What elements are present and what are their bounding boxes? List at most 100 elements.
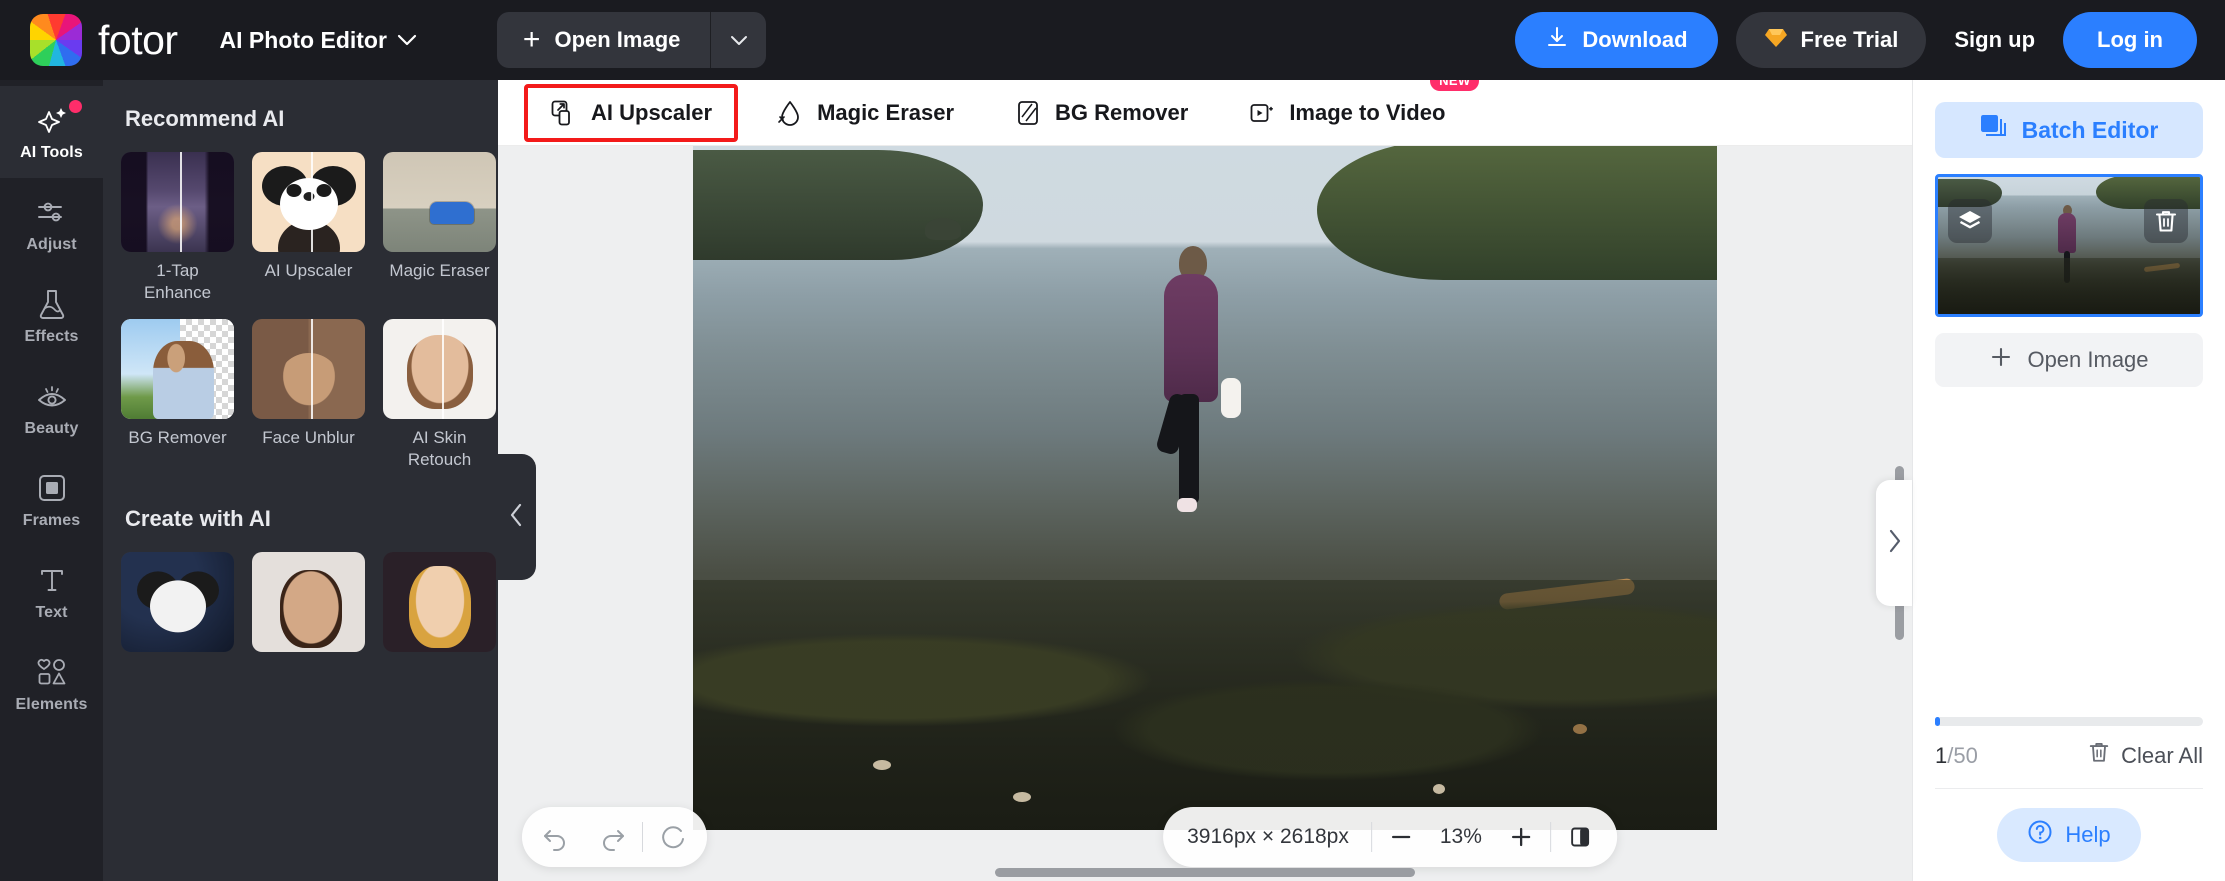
reset-icon <box>662 826 684 849</box>
log-in-button[interactable]: Log in <box>2063 12 2197 68</box>
sidebar-item-label: Adjust <box>26 235 77 253</box>
divider <box>1370 822 1372 852</box>
upscale-icon <box>550 99 578 127</box>
zoom-toolbar: 3916px × 2618px 13% <box>1163 807 1617 867</box>
canvas-decor <box>1221 378 1241 418</box>
batch-progress-bar[interactable] <box>1935 717 2203 726</box>
open-image-button[interactable]: + Open Image <box>497 12 710 68</box>
create-tile-man-portrait[interactable] <box>252 551 365 652</box>
ai-tools-panel: Recommend AI 1-Tap Enhance AI Upscaler M… <box>103 80 498 881</box>
notification-dot-icon <box>69 100 82 113</box>
zoom-out-button[interactable] <box>1378 814 1424 860</box>
tool-tabs-bar: AI Upscaler Magic Eraser BG Remover NEW <box>498 69 1912 146</box>
collapse-left-panel-button[interactable] <box>498 454 536 580</box>
tool-tile-thumbnail <box>121 152 234 252</box>
sidebar-item-label: Text <box>35 603 68 621</box>
tool-tile-face-unblur[interactable]: Face Unblur <box>252 318 365 472</box>
frame-icon <box>35 471 69 505</box>
sidebar-item-ai-tools[interactable]: AI Tools <box>0 86 103 178</box>
tool-tile-thumbnail <box>121 318 234 419</box>
undo-button[interactable] <box>530 811 582 863</box>
sidebar-item-frames[interactable]: Frames <box>0 454 103 546</box>
sidebar-item-text[interactable]: Text <box>0 546 103 638</box>
batch-side-panel: Batch Editor Open Image 1/50 Clear All H… <box>1912 80 2225 881</box>
sidebar-item-label: Effects <box>24 327 79 345</box>
panel-open-image-button[interactable]: Open Image <box>1935 333 2203 387</box>
sparkle-icon <box>35 103 69 137</box>
tab-ai-upscaler[interactable]: AI Upscaler <box>524 83 739 142</box>
brand-logo-group[interactable]: fotor <box>30 14 178 66</box>
tool-tile-label: Magic Eraser <box>389 261 490 280</box>
canvas-decor <box>873 760 891 770</box>
clear-all-label: Clear All <box>2121 742 2203 768</box>
zoom-in-button[interactable] <box>1498 814 1544 860</box>
open-image-split-button: + Open Image <box>496 12 767 68</box>
canvas-decor <box>1433 784 1445 794</box>
sidebar-item-label: Elements <box>15 695 88 713</box>
tool-tile-label: AI Skin Retouch <box>407 427 472 470</box>
download-label: Download <box>1582 27 1688 52</box>
horizontal-scrollbar[interactable] <box>995 868 1415 877</box>
create-with-ai-heading: Create with AI <box>125 505 271 531</box>
create-tile-astro-panda[interactable] <box>121 551 234 652</box>
create-tile-woman-portrait[interactable] <box>383 551 496 652</box>
zoom-level-label: 13% <box>1439 825 1482 848</box>
free-trial-button[interactable]: Free Trial <box>1735 12 1927 68</box>
tool-tile-magic-eraser[interactable]: Magic Eraser <box>383 152 496 305</box>
tool-tile-label: 1-Tap Enhance <box>143 261 212 303</box>
thumbnail-layers-button[interactable] <box>1948 199 1992 243</box>
tab-label: AI Upscaler <box>591 99 713 125</box>
download-button[interactable]: Download <box>1515 12 1718 68</box>
sidebar-item-elements[interactable]: Elements <box>0 638 103 730</box>
tool-tile-thumbnail <box>383 318 496 419</box>
fotor-logo-icon <box>30 14 82 66</box>
tab-image-to-video[interactable]: NEW Image to Video <box>1226 69 1480 142</box>
image-dimensions-label: 3916px × 2618px <box>1187 825 1349 848</box>
help-label: Help <box>2065 822 2111 847</box>
tool-tile-bg-remover[interactable]: BG Remover <box>121 318 234 472</box>
sign-up-button[interactable]: Sign up <box>1944 27 2045 53</box>
open-image-dropdown-caret[interactable] <box>710 12 766 68</box>
batch-progress-fill <box>1935 717 1941 726</box>
thumbnail-delete-button[interactable] <box>2144 199 2188 243</box>
open-image-label: Open Image <box>554 27 681 52</box>
chevron-down-icon <box>397 34 417 46</box>
sidebar-item-effects[interactable]: Effects <box>0 270 103 362</box>
app-switcher-dropdown[interactable]: AI Photo Editor <box>220 27 417 54</box>
batch-count-current: 1 <box>1935 742 1948 768</box>
reset-button[interactable] <box>647 811 699 863</box>
canvas-decor <box>925 218 961 240</box>
compare-button[interactable] <box>1557 814 1603 860</box>
sidebar-item-adjust[interactable]: Adjust <box>0 178 103 270</box>
canvas-image-preview[interactable] <box>693 146 1717 830</box>
top-header-bar: fotor AI Photo Editor + Open Image Downl… <box>0 0 2225 80</box>
question-circle-icon <box>2027 819 2053 851</box>
canvas-decor <box>1164 274 1218 402</box>
help-button[interactable]: Help <box>1997 808 2141 862</box>
expand-right-panel-button[interactable] <box>1876 480 1912 606</box>
clear-all-button[interactable]: Clear All <box>2088 741 2203 770</box>
free-trial-label: Free Trial <box>1800 27 1899 52</box>
tab-magic-eraser[interactable]: Magic Eraser <box>754 84 976 142</box>
eye-icon <box>35 379 69 413</box>
divider <box>642 822 643 852</box>
sidebar-item-beauty[interactable]: Beauty <box>0 362 103 454</box>
batch-editor-button[interactable]: Batch Editor <box>1935 102 2203 158</box>
redo-icon <box>603 830 624 851</box>
tool-tile-ai-skin-retouch[interactable]: AI Skin Retouch <box>383 318 496 472</box>
download-icon <box>1545 25 1569 55</box>
redo-button[interactable] <box>586 811 638 863</box>
thumb-decor <box>1938 258 2200 314</box>
thumb-decor <box>2058 213 2076 253</box>
tool-tile-thumbnail <box>252 318 365 419</box>
batch-thumbnail-item[interactable] <box>1935 174 2203 317</box>
recommend-ai-grid: 1-Tap Enhance AI Upscaler Magic Eraser B… <box>103 152 498 472</box>
tool-tile-ai-upscaler[interactable]: AI Upscaler <box>252 152 365 305</box>
tool-tile-label: BG Remover <box>128 427 227 447</box>
image-canvas-area[interactable]: 3916px × 2618px 13% <box>498 146 1912 881</box>
create-tile-thumbnail <box>383 551 496 652</box>
undo-icon <box>544 830 565 851</box>
tool-tile-1-tap-enhance[interactable]: 1-Tap Enhance <box>121 152 234 305</box>
tab-bg-remover[interactable]: BG Remover <box>992 84 1210 142</box>
canvas-decor <box>1317 146 1717 280</box>
